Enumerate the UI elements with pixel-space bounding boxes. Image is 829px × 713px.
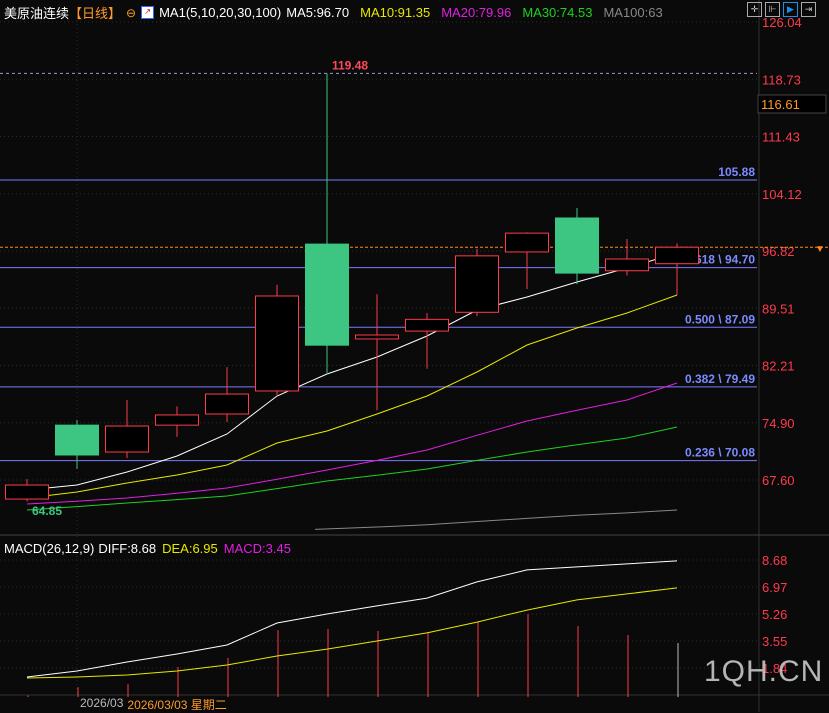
macd-axis-label: 3.55 (762, 634, 787, 649)
date-month: 2026/03 (80, 696, 124, 710)
ma100-value: MA100:63 (603, 5, 663, 20)
price-axis-label: 126.04 (762, 15, 802, 30)
exit-right-icon[interactable]: ⇥ (801, 2, 816, 17)
price-axis-label: 74.90 (762, 416, 795, 431)
price-axis-label: 67.60 (762, 473, 795, 488)
price-axis-label: 96.82 (762, 244, 795, 259)
arrow-down-icon: ▼ (815, 244, 825, 255)
price-axis-label: 118.73 (762, 72, 801, 87)
candle-up (105, 425, 149, 453)
candle-up (155, 414, 199, 426)
date-cursor: 2026/03/03 星期二 (127, 698, 227, 712)
candle-down (555, 217, 599, 274)
fib-label: 105.88 (718, 165, 755, 179)
macd-axis-label: 5.26 (762, 607, 787, 622)
low-label: 64.85 (32, 504, 62, 518)
ma10-line (26, 294, 678, 499)
ma-params[interactable]: MA1(5,10,20,30,100) (159, 5, 281, 20)
price-axis-label: 104.12 (762, 187, 802, 202)
price-axis-label: 89.51 (762, 301, 795, 316)
candle-up (355, 334, 399, 340)
candle-down (305, 243, 349, 346)
macd-diff: DIFF:8.68 (98, 541, 157, 556)
symbol-name[interactable]: 美原油连续 (4, 3, 69, 22)
macd-diff-line (26, 560, 678, 678)
ma5-line (26, 252, 678, 491)
macd-axis-label: 8.68 (762, 553, 787, 568)
candle-up (455, 255, 499, 313)
fib-label: 0.382 \ 79.49 (685, 372, 755, 386)
high-label: 119.48 (332, 58, 368, 72)
ma20-value: MA20:79.96 (441, 5, 512, 20)
fib-label: 0.500 \ 87.09 (685, 312, 755, 326)
candle-down (55, 424, 99, 456)
macd-dea-line (26, 587, 678, 679)
candle-up (255, 295, 299, 392)
chart-toolbar: ✛ ⊩ ▶ ⇥ (747, 2, 816, 17)
range-icon[interactable]: ⊩ (765, 2, 780, 17)
macd-dea: DEA:6.95 (162, 541, 218, 556)
macd-header: MACD(26,12,9) DIFF:8.68 DEA:6.95 MACD:3.… (4, 541, 291, 556)
candle-up (405, 318, 449, 332)
candle-up (5, 484, 49, 500)
ma30-value: MA30:74.53 (522, 5, 593, 20)
crosshair-icon[interactable]: ✛ (747, 2, 762, 17)
price-axis-label: 111.43 (762, 130, 800, 145)
macd-value: MACD:3.45 (223, 541, 291, 556)
price-axis-label: 82.21 (762, 359, 795, 374)
zoom-out-circle-icon[interactable]: ⊖ (126, 6, 136, 20)
watermark: 1QH.CN (704, 655, 824, 688)
macd-params[interactable]: MACD(26,12,9) (4, 541, 94, 556)
period-label[interactable]: 【日线】 (69, 3, 121, 22)
fib-label: 0.236 \ 70.08 (685, 446, 755, 460)
ma5-value: MA5:96.70 (286, 5, 350, 20)
play-right-icon[interactable]: ▶ (783, 2, 798, 17)
macd-axis-label: 6.97 (762, 580, 787, 595)
kline-chart[interactable]: 126.04 118.73 111.43 104.12 96.82 89.51 82.21 7… (0, 0, 829, 712)
candle-up (605, 258, 649, 272)
candle-up (505, 232, 549, 253)
date-axis: 2026/03 2026/03/03 星期二 (80, 696, 227, 713)
chart-header: 美原油连续 【日线】 ⊖ ↗ MA1(5,10,20,30,100) MA5:9… (4, 3, 663, 22)
candle-up (655, 246, 699, 265)
current-price: 116.61 (761, 97, 800, 112)
ma100-line (314, 509, 678, 530)
ma10-value: MA10:91.35 (360, 5, 431, 20)
candle-up (205, 393, 249, 415)
chart-icon[interactable]: ↗ (141, 6, 155, 19)
